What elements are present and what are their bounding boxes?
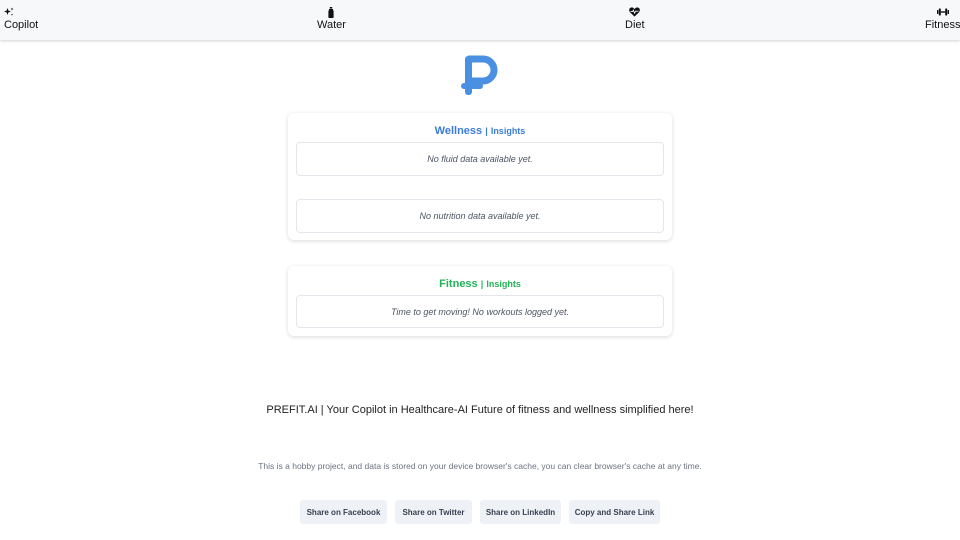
fluid-data-empty-box: No fluid data available yet. (296, 142, 664, 176)
wellness-card-title: Wellness | Insights (288, 124, 672, 138)
share-facebook-button[interactable]: Share on Facebook (300, 500, 387, 524)
wellness-insights-card: Wellness | Insights No fluid data availa… (288, 113, 672, 240)
heartbeat-icon (629, 6, 641, 18)
copy-share-link-button[interactable]: Copy and Share Link (569, 500, 660, 524)
wellness-subtitle: Insights (490, 126, 526, 136)
nav-item-diet[interactable]: Diet (625, 6, 645, 32)
nav-item-copilot[interactable]: Copilot (4, 6, 38, 32)
footer-disclaimer: This is a hobby project, and data is sto… (258, 461, 702, 471)
fitness-insights-card: Fitness | Insights Time to get moving! N… (288, 266, 672, 336)
share-linkedin-button[interactable]: Share on LinkedIn (480, 500, 561, 524)
nav-label-fitness: Fitness (925, 19, 960, 31)
nav-item-fitness[interactable]: Fitness (925, 6, 960, 32)
fitness-title-text: Fitness (439, 278, 478, 290)
app-logo (459, 54, 501, 98)
nutrition-data-empty-box: No nutrition data available yet. (296, 199, 664, 233)
nav-label-water: Water (317, 19, 346, 31)
fitness-title-separator: | (480, 279, 484, 289)
nav-item-water[interactable]: Water (317, 6, 346, 32)
workout-data-empty-box: Time to get moving! No workouts logged y… (296, 295, 664, 328)
wellness-title-text: Wellness (434, 125, 483, 137)
dumbbell-icon (936, 6, 949, 18)
share-buttons-row: Share on Facebook Share on Twitter Share… (0, 500, 960, 524)
nav-label-diet: Diet (625, 19, 645, 31)
sparkles-icon (4, 6, 14, 18)
top-navigation: Copilot Water Diet Fitness (0, 0, 960, 40)
fitness-subtitle: Insights (486, 279, 521, 289)
nav-label-copilot: Copilot (4, 19, 39, 31)
fluid-empty-message: No fluid data available yet. (427, 154, 533, 164)
wellness-title-separator: | (485, 126, 488, 136)
footer-tagline: PREFIT.AI | Your Copilot in Healthcare-A… (266, 404, 694, 416)
nutrition-empty-message: No nutrition data available yet. (419, 211, 541, 221)
fitness-card-title: Fitness | Insights (288, 277, 672, 291)
share-twitter-button[interactable]: Share on Twitter (395, 500, 472, 524)
workout-empty-message: Time to get moving! No workouts logged y… (390, 306, 569, 317)
bottle-icon (328, 6, 335, 18)
